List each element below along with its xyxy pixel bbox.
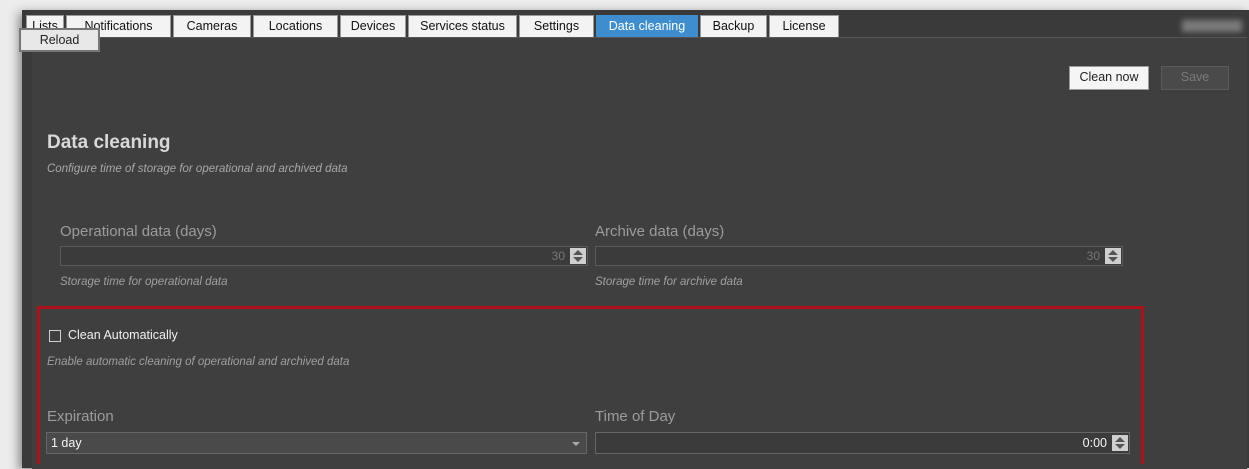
tab-settings[interactable]: Settings: [519, 15, 594, 37]
spin-down-icon[interactable]: [1108, 257, 1118, 262]
tab-devices[interactable]: Devices: [340, 15, 406, 37]
time-of-day-value: 0:00: [1082, 436, 1107, 450]
clean-automatically-hint: Enable automatic cleaning of operational…: [47, 356, 350, 368]
chevron-down-icon[interactable]: [572, 442, 580, 446]
spin-up-icon[interactable]: [573, 250, 583, 255]
operational-data-label: Operational data (days): [60, 223, 217, 240]
time-of-day-label: Time of Day: [595, 408, 676, 425]
archive-data-field[interactable]: 30: [595, 246, 1123, 266]
time-of-day-spinner[interactable]: [1112, 435, 1128, 451]
expiration-label: Expiration: [47, 408, 114, 425]
page-title: Data cleaning: [47, 132, 171, 153]
spin-up-icon[interactable]: [1115, 437, 1125, 442]
spin-down-icon[interactable]: [573, 257, 583, 262]
operational-data-hint: Storage time for operational data: [60, 276, 228, 288]
clean-automatically-checkbox[interactable]: [49, 330, 61, 342]
tab-cameras[interactable]: Cameras: [173, 15, 251, 37]
operational-data-spinner[interactable]: [570, 248, 586, 264]
operational-data-value: 30: [551, 249, 565, 263]
tab-backup[interactable]: Backup: [700, 15, 767, 37]
tab-license[interactable]: License: [769, 15, 839, 37]
clean-now-button[interactable]: Clean now: [1069, 66, 1149, 90]
expiration-select[interactable]: 1 day: [46, 432, 587, 454]
reload-button[interactable]: Reload: [19, 28, 100, 52]
clean-automatically-label[interactable]: Clean Automatically: [68, 328, 178, 342]
archive-data-hint: Storage time for archive data: [595, 276, 743, 288]
tab-bar: Lists Notifications Cameras Locations De…: [22, 10, 1249, 37]
expiration-selected-value: 1 day: [51, 436, 82, 450]
spin-up-icon[interactable]: [1108, 250, 1118, 255]
archive-data-spinner[interactable]: [1105, 248, 1121, 264]
spin-down-icon[interactable]: [1115, 444, 1125, 449]
tab-data-cleaning[interactable]: Data cleaning: [596, 15, 698, 37]
time-of-day-field[interactable]: 0:00: [595, 432, 1130, 454]
tab-services-status[interactable]: Services status: [408, 15, 517, 37]
operational-data-field[interactable]: 30: [60, 246, 588, 266]
save-button[interactable]: Save: [1161, 66, 1229, 90]
tab-locations[interactable]: Locations: [253, 15, 338, 37]
archive-data-value: 30: [1086, 249, 1100, 263]
page-subtitle: Configure time of storage for operationa…: [47, 163, 348, 175]
blurred-user-info: [1182, 20, 1242, 32]
archive-data-label: Archive data (days): [595, 223, 725, 240]
